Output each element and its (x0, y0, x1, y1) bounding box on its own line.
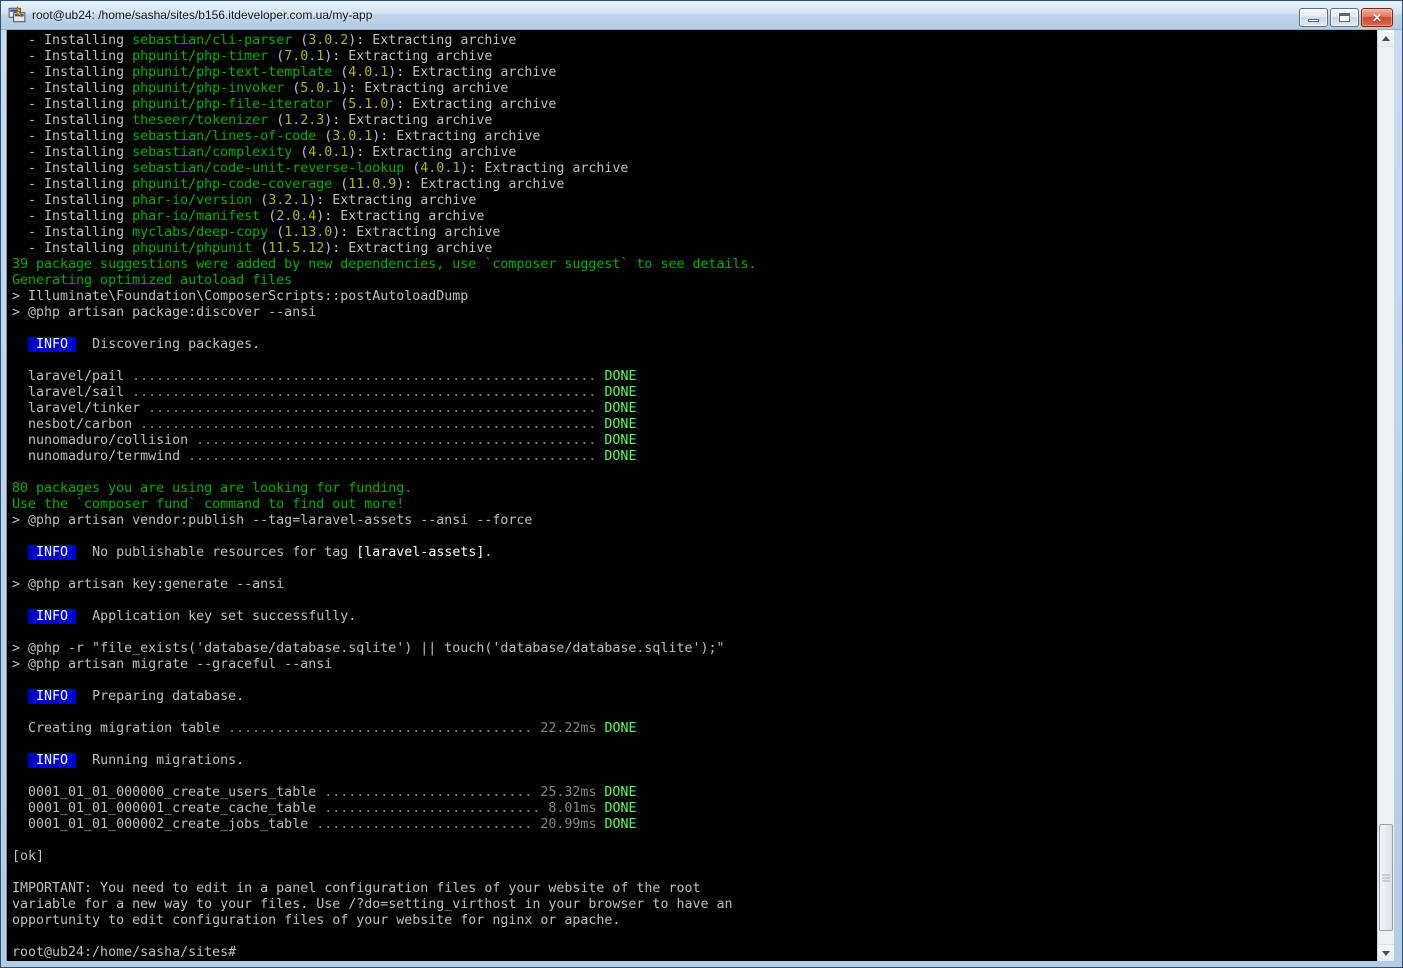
terminal-line: - Installing sebastian/code-unit-reverse… (12, 161, 1377, 177)
terminal-line: - Installing phpunit/php-file-iterator (… (12, 97, 1377, 113)
close-icon: ✕ (1372, 12, 1382, 24)
terminal-line: 0001_01_01_000001_create_cache_table ...… (12, 801, 1377, 817)
terminal-line: root@ub24:/home/sasha/sites# (12, 945, 1377, 961)
terminal-line: - Installing phpunit/php-timer (7.0.1): … (12, 49, 1377, 65)
putty-icon[interactable] (8, 6, 26, 24)
terminal-line: - Installing theseer/tokenizer (1.2.3): … (12, 113, 1377, 129)
terminal-line: variable for a new way to your files. Us… (12, 897, 1377, 913)
terminal-line: 80 packages you are using are looking fo… (12, 481, 1377, 497)
terminal-line (12, 929, 1377, 945)
terminal-line: > @php artisan migrate --graceful --ansi (12, 657, 1377, 673)
scroll-up-button[interactable] (1378, 30, 1394, 47)
close-button[interactable]: ✕ (1361, 8, 1393, 27)
terminal-line: nunomaduro/termwind ....................… (12, 449, 1377, 465)
terminal-line: INFO Preparing database. (12, 689, 1377, 705)
terminal-line: Creating migration table ...............… (12, 721, 1377, 737)
terminal-line: - Installing phpunit/php-invoker (5.0.1)… (12, 81, 1377, 97)
titlebar[interactable]: root@ub24: /home/sasha/sites/b156.itdeve… (1, 1, 1402, 30)
info-badge: INFO (28, 545, 76, 560)
minimize-icon (1308, 19, 1319, 22)
terminal-line: opportunity to edit configuration files … (12, 913, 1377, 929)
arrow-up-icon (1382, 36, 1390, 41)
terminal-line: - Installing phpunit/phpunit (11.5.12): … (12, 241, 1377, 257)
terminal-line: - Installing sebastian/complexity (4.0.1… (12, 145, 1377, 161)
terminal-line (12, 769, 1377, 785)
scrollbar-thumb[interactable] (1379, 824, 1393, 931)
terminal-line: INFO No publishable resources for tag [l… (12, 545, 1377, 561)
terminal-line: > @php -r "file_exists('database/databas… (12, 641, 1377, 657)
terminal-line: - Installing myclabs/deep-copy (1.13.0):… (12, 225, 1377, 241)
scrollbar[interactable] (1377, 30, 1394, 961)
info-badge: INFO (28, 753, 76, 768)
arrow-down-icon (1382, 951, 1390, 956)
terminal-line: - Installing sebastian/cli-parser (3.0.2… (12, 33, 1377, 49)
terminal-line: 0001_01_01_000000_create_users_table ...… (12, 785, 1377, 801)
terminal-line: - Installing phar-io/manifest (2.0.4): E… (12, 209, 1377, 225)
terminal-line (12, 865, 1377, 881)
maximize-icon (1339, 13, 1350, 22)
terminal-line: [ok] (12, 849, 1377, 865)
window-controls: ✕ (1299, 8, 1393, 27)
window-title: root@ub24: /home/sasha/sites/b156.itdeve… (32, 8, 1402, 22)
terminal-line: 0001_01_01_000002_create_jobs_table ....… (12, 817, 1377, 833)
terminal-line (12, 529, 1377, 545)
terminal-line: > @php artisan vendor:publish --tag=lara… (12, 513, 1377, 529)
terminal-line: IMPORTANT: You need to edit in a panel c… (12, 881, 1377, 897)
terminal-line (12, 465, 1377, 481)
terminal-line (12, 833, 1377, 849)
terminal-line: nesbot/carbon ..........................… (12, 417, 1377, 433)
terminal-line (12, 705, 1377, 721)
putty-window: root@ub24: /home/sasha/sites/b156.itdeve… (0, 0, 1403, 968)
terminal-screen[interactable]: - Installing sebastian/cli-parser (3.0.2… (6, 30, 1377, 961)
maximize-button[interactable] (1330, 8, 1359, 27)
terminal-line: > Illuminate\Foundation\ComposerScripts:… (12, 289, 1377, 305)
terminal-line (12, 321, 1377, 337)
terminal-line (12, 673, 1377, 689)
terminal-line: Generating optimized autoload files (12, 273, 1377, 289)
terminal-line (12, 737, 1377, 753)
terminal-line: > @php artisan key:generate --ansi (12, 577, 1377, 593)
terminal-output: - Installing sebastian/cli-parser (3.0.2… (12, 33, 1377, 961)
terminal-line: - Installing phpunit/php-code-coverage (… (12, 177, 1377, 193)
info-badge: INFO (28, 689, 76, 704)
terminal-line (12, 353, 1377, 369)
terminal-line: INFO Application key set successfully. (12, 609, 1377, 625)
terminal-line: INFO Discovering packages. (12, 337, 1377, 353)
terminal-line: nunomaduro/collision ...................… (12, 433, 1377, 449)
terminal-line: - Installing phar-io/version (3.2.1): Ex… (12, 193, 1377, 209)
info-badge: INFO (28, 609, 76, 624)
terminal-line: - Installing phpunit/php-text-template (… (12, 65, 1377, 81)
terminal-line (12, 593, 1377, 609)
terminal-line: laravel/sail ...........................… (12, 385, 1377, 401)
terminal-line: 39 package suggestions were added by new… (12, 257, 1377, 273)
terminal-line: > @php artisan package:discover --ansi (12, 305, 1377, 321)
terminal-line: Use the `composer fund` command to find … (12, 497, 1377, 513)
info-badge: INFO (28, 337, 76, 352)
terminal-line: - Installing sebastian/lines-of-code (3.… (12, 129, 1377, 145)
terminal-line (12, 625, 1377, 641)
minimize-button[interactable] (1299, 8, 1328, 27)
terminal-line: laravel/pail ...........................… (12, 369, 1377, 385)
scroll-down-button[interactable] (1378, 944, 1394, 961)
terminal-line (12, 561, 1377, 577)
terminal-line: laravel/tinker .........................… (12, 401, 1377, 417)
terminal-line: INFO Running migrations. (12, 753, 1377, 769)
